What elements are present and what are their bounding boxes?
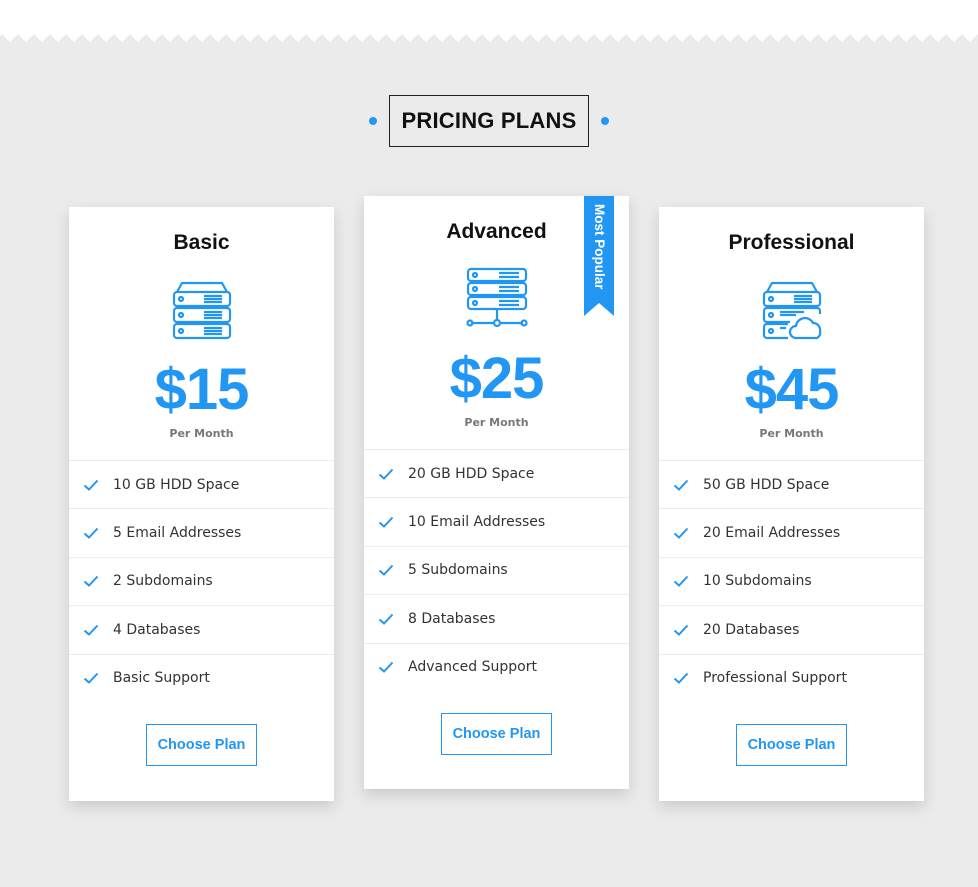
list-item: 20 Databases	[659, 605, 924, 653]
server-network-icon	[465, 267, 528, 328]
feature-label: 10 Email Addresses	[408, 514, 546, 531]
plan-title: Basic	[173, 231, 230, 254]
feature-label: 20 Databases	[703, 621, 800, 638]
check-icon	[673, 624, 689, 636]
list-item: 20 GB HDD Space	[364, 449, 629, 497]
list-item: Professional Support	[659, 653, 924, 702]
zigzag-divider	[0, 0, 978, 42]
list-item: 10 Email Addresses	[364, 497, 629, 545]
feature-list: 20 GB HDD Space 10 Email Addresses 5 Sub…	[364, 449, 629, 691]
choose-plan-button-advanced[interactable]: Choose Plan	[441, 712, 552, 755]
feature-label: Advanced Support	[408, 659, 537, 676]
feature-list: 50 GB HDD Space 20 Email Addresses 10 Su…	[659, 460, 924, 702]
feature-label: 2 Subdomains	[113, 573, 213, 590]
heading-dot-left	[368, 117, 377, 125]
ribbon-label: Most Popular	[592, 204, 607, 290]
choose-plan-button-basic[interactable]: Choose Plan	[146, 723, 257, 766]
list-item: 5 Email Addresses	[69, 508, 334, 556]
check-icon	[378, 516, 394, 528]
plan-period: Per Month	[759, 427, 824, 440]
check-icon	[673, 479, 689, 491]
feature-label: Basic Support	[113, 670, 210, 687]
plan-period: Per Month	[169, 427, 234, 440]
list-item: Advanced Support	[364, 642, 629, 691]
list-item: 5 Subdomains	[364, 545, 629, 594]
feature-label: 20 GB HDD Space	[408, 465, 535, 482]
choose-plan-button-professional[interactable]: Choose Plan	[736, 723, 847, 766]
check-icon	[378, 662, 394, 674]
heading-dot-right	[601, 117, 610, 125]
check-icon	[378, 565, 394, 577]
section-title: PRICING PLANS	[388, 95, 590, 147]
plan-price: $25	[449, 346, 545, 411]
server-cloud-icon	[762, 281, 821, 340]
feature-label: 5 Email Addresses	[113, 525, 242, 542]
check-icon	[673, 576, 689, 588]
feature-label: 10 Subdomains	[703, 573, 812, 590]
plan-card-professional: Professional $45 Per Month 50 GB HDD Spa…	[659, 207, 924, 801]
feature-label: 4 Databases	[113, 621, 201, 638]
plan-price: $15	[154, 357, 250, 422]
feature-label: 50 GB HDD Space	[703, 476, 830, 493]
feature-label: 20 Email Addresses	[703, 525, 841, 542]
list-item: 10 Subdomains	[659, 556, 924, 605]
list-item: 50 GB HDD Space	[659, 460, 924, 508]
check-icon	[83, 673, 99, 685]
plan-price: $45	[744, 357, 840, 422]
list-item: 2 Subdomains	[69, 556, 334, 605]
section-heading: PRICING PLANS	[0, 95, 978, 147]
list-item: Basic Support	[69, 653, 334, 702]
list-item: 8 Databases	[364, 594, 629, 642]
feature-label: 8 Databases	[408, 610, 496, 627]
check-icon	[83, 479, 99, 491]
plan-card-basic: Basic $15 Per Month 10 GB HDD Space 5 Em…	[69, 207, 334, 801]
check-icon	[83, 624, 99, 636]
plan-card-advanced: Advanced $25 Per Month 20 GB HDD Space 1…	[364, 196, 629, 789]
check-icon	[673, 673, 689, 685]
feature-label: 10 GB HDD Space	[113, 476, 240, 493]
feature-label: Professional Support	[703, 670, 847, 687]
list-item: 4 Databases	[69, 605, 334, 653]
list-item: 20 Email Addresses	[659, 508, 924, 556]
check-icon	[83, 576, 99, 588]
plan-period: Per Month	[464, 416, 529, 429]
most-popular-ribbon: Most Popular	[584, 196, 614, 316]
list-item: 10 GB HDD Space	[69, 460, 334, 508]
check-icon	[378, 468, 394, 480]
check-icon	[673, 527, 689, 539]
server-stack-icon	[172, 281, 231, 340]
feature-list: 10 GB HDD Space 5 Email Addresses 2 Subd…	[69, 460, 334, 702]
feature-label: 5 Subdomains	[408, 562, 508, 579]
check-icon	[378, 613, 394, 625]
check-icon	[83, 527, 99, 539]
plan-title: Professional	[728, 231, 855, 254]
